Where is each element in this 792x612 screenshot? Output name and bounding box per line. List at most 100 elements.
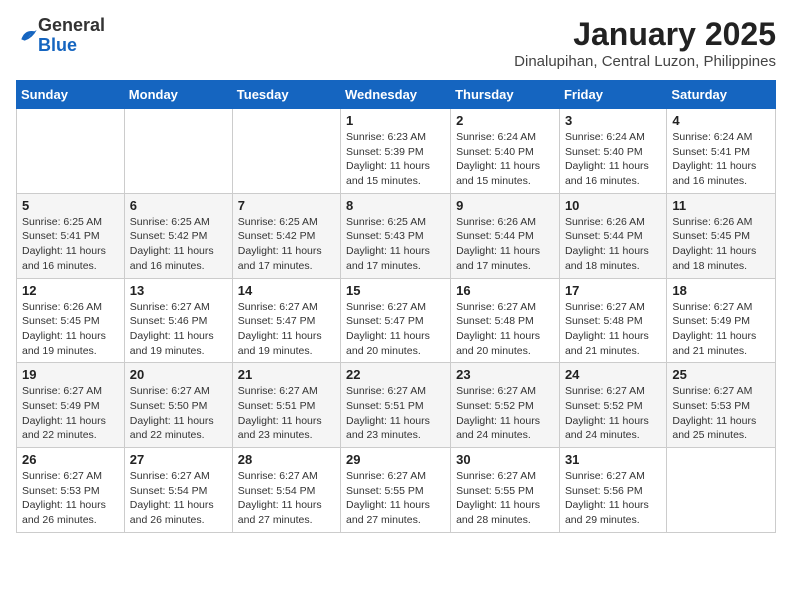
day-number: 15 xyxy=(346,283,445,298)
calendar-cell: 28 Sunrise: 6:27 AM Sunset: 5:54 PM Dayli… xyxy=(232,448,340,533)
calendar-cell: 3Sunrise: 6:24 AM Sunset: 5:40 PM Daylig… xyxy=(559,109,666,194)
day-number: 4 xyxy=(672,113,770,128)
title-block: January 2025 Dinalupihan, Central Luzon,… xyxy=(514,16,776,70)
day-info: Sunrise: 6:27 AM Sunset: 5:47 PM Dayligh… xyxy=(238,300,335,359)
day-info: Sunrise: 6:27 AM Sunset: 5:52 PM Dayligh… xyxy=(456,384,554,443)
calendar-cell: 5Sunrise: 6:25 AM Sunset: 5:41 PM Daylig… xyxy=(17,193,125,278)
calendar-header-row: SundayMondayTuesdayWednesdayThursdayFrid… xyxy=(17,81,776,109)
day-info: Sunrise: 6:27 AM Sunset: 5:53 PM Dayligh… xyxy=(672,384,770,443)
calendar-cell: 1 Sunrise: 6:23 AM Sunset: 5:39 PM Daylig… xyxy=(341,109,451,194)
day-info: Sunrise: 6:25 AM Sunset: 5:42 PM Dayligh… xyxy=(130,215,227,274)
weekday-header-friday: Friday xyxy=(559,81,666,109)
calendar-cell: 11Sunrise: 6:26 AM Sunset: 5:45 PM Dayli… xyxy=(667,193,776,278)
calendar-cell: 15Sunrise: 6:27 AM Sunset: 5:47 PM Dayli… xyxy=(341,278,451,363)
day-info: Sunrise: 6:27 AM Sunset: 5:55 PM Dayligh… xyxy=(346,469,445,528)
day-info: Sunrise: 6:27 AM Sunset: 5:54 PM Dayligh… xyxy=(238,469,335,528)
weekday-header-sunday: Sunday xyxy=(17,81,125,109)
day-info: Sunrise: 6:24 AM Sunset: 5:40 PM Dayligh… xyxy=(456,130,554,189)
day-number: 14 xyxy=(238,283,335,298)
day-number: 8 xyxy=(346,198,445,213)
weekday-header-wednesday: Wednesday xyxy=(341,81,451,109)
day-number: 18 xyxy=(672,283,770,298)
calendar-title: January 2025 xyxy=(514,16,776,53)
day-number: 26 xyxy=(22,452,119,467)
day-number: 16 xyxy=(456,283,554,298)
day-info: Sunrise: 6:27 AM Sunset: 5:56 PM Dayligh… xyxy=(565,469,661,528)
day-number: 27 xyxy=(130,452,227,467)
day-info: Sunrise: 6:27 AM Sunset: 5:53 PM Dayligh… xyxy=(22,469,119,528)
calendar-table: SundayMondayTuesdayWednesdayThursdayFrid… xyxy=(16,80,776,533)
day-number: 28 xyxy=(238,452,335,467)
calendar-cell: 10 Sunrise: 6:26 AM Sunset: 5:44 PM Dayli… xyxy=(559,193,666,278)
weekday-header-saturday: Saturday xyxy=(667,81,776,109)
day-info: Sunrise: 6:26 AM Sunset: 5:44 PM Dayligh… xyxy=(456,215,554,274)
calendar-cell: 16 Sunrise: 6:27 AM Sunset: 5:48 PM Dayli… xyxy=(451,278,560,363)
calendar-cell xyxy=(667,448,776,533)
day-info: Sunrise: 6:27 AM Sunset: 5:54 PM Dayligh… xyxy=(130,469,227,528)
calendar-week-row: 12Sunrise: 6:26 AM Sunset: 5:45 PM Dayli… xyxy=(17,278,776,363)
calendar-cell xyxy=(232,109,340,194)
calendar-cell: 21Sunrise: 6:27 AM Sunset: 5:51 PM Dayli… xyxy=(232,363,340,448)
calendar-cell: 24 Sunrise: 6:27 AM Sunset: 5:52 PM Dayli… xyxy=(559,363,666,448)
day-info: Sunrise: 6:25 AM Sunset: 5:43 PM Dayligh… xyxy=(346,215,445,274)
day-info: Sunrise: 6:26 AM Sunset: 5:44 PM Dayligh… xyxy=(565,215,661,274)
calendar-subtitle: Dinalupihan, Central Luzon, Philippines xyxy=(514,53,776,70)
day-number: 22 xyxy=(346,367,445,382)
day-info: Sunrise: 6:26 AM Sunset: 5:45 PM Dayligh… xyxy=(672,215,770,274)
logo-general: General xyxy=(38,16,105,36)
weekday-header-tuesday: Tuesday xyxy=(232,81,340,109)
calendar-cell: 19 Sunrise: 6:27 AM Sunset: 5:49 PM Dayli… xyxy=(17,363,125,448)
day-number: 9 xyxy=(456,198,554,213)
day-number: 24 xyxy=(565,367,661,382)
day-number: 13 xyxy=(130,283,227,298)
logo-blue: Blue xyxy=(38,36,105,56)
day-info: Sunrise: 6:27 AM Sunset: 5:55 PM Dayligh… xyxy=(456,469,554,528)
calendar-cell: 20Sunrise: 6:27 AM Sunset: 5:50 PM Dayli… xyxy=(124,363,232,448)
logo-bird-icon xyxy=(18,26,38,46)
day-info: Sunrise: 6:27 AM Sunset: 5:52 PM Dayligh… xyxy=(565,384,661,443)
calendar-cell: 6 Sunrise: 6:25 AM Sunset: 5:42 PM Daylig… xyxy=(124,193,232,278)
calendar-cell: 23 Sunrise: 6:27 AM Sunset: 5:52 PM Dayli… xyxy=(451,363,560,448)
day-info: Sunrise: 6:27 AM Sunset: 5:50 PM Dayligh… xyxy=(130,384,227,443)
day-number: 6 xyxy=(130,198,227,213)
calendar-cell: 26 Sunrise: 6:27 AM Sunset: 5:53 PM Dayli… xyxy=(17,448,125,533)
calendar-cell: 17Sunrise: 6:27 AM Sunset: 5:48 PM Dayli… xyxy=(559,278,666,363)
calendar-cell: 30 Sunrise: 6:27 AM Sunset: 5:55 PM Dayli… xyxy=(451,448,560,533)
calendar-week-row: 5Sunrise: 6:25 AM Sunset: 5:41 PM Daylig… xyxy=(17,193,776,278)
day-number: 17 xyxy=(565,283,661,298)
day-number: 2 xyxy=(456,113,554,128)
day-number: 12 xyxy=(22,283,119,298)
calendar-week-row: 1 Sunrise: 6:23 AM Sunset: 5:39 PM Daylig… xyxy=(17,109,776,194)
calendar-week-row: 19 Sunrise: 6:27 AM Sunset: 5:49 PM Dayli… xyxy=(17,363,776,448)
day-info: Sunrise: 6:27 AM Sunset: 5:49 PM Dayligh… xyxy=(672,300,770,359)
day-number: 25 xyxy=(672,367,770,382)
logo-text: General Blue xyxy=(38,16,105,56)
calendar-cell: 12Sunrise: 6:26 AM Sunset: 5:45 PM Dayli… xyxy=(17,278,125,363)
day-number: 31 xyxy=(565,452,661,467)
calendar-cell xyxy=(17,109,125,194)
calendar-cell: 27 Sunrise: 6:27 AM Sunset: 5:54 PM Dayli… xyxy=(124,448,232,533)
calendar-cell: 2 Sunrise: 6:24 AM Sunset: 5:40 PM Daylig… xyxy=(451,109,560,194)
day-number: 30 xyxy=(456,452,554,467)
calendar-cell: 7 Sunrise: 6:25 AM Sunset: 5:42 PM Daylig… xyxy=(232,193,340,278)
day-info: Sunrise: 6:24 AM Sunset: 5:41 PM Dayligh… xyxy=(672,130,770,189)
day-info: Sunrise: 6:27 AM Sunset: 5:48 PM Dayligh… xyxy=(456,300,554,359)
day-number: 19 xyxy=(22,367,119,382)
weekday-header-monday: Monday xyxy=(124,81,232,109)
day-number: 7 xyxy=(238,198,335,213)
day-number: 1 xyxy=(346,113,445,128)
day-number: 23 xyxy=(456,367,554,382)
calendar-cell: 4 Sunrise: 6:24 AM Sunset: 5:41 PM Daylig… xyxy=(667,109,776,194)
calendar-cell: 14 Sunrise: 6:27 AM Sunset: 5:47 PM Dayli… xyxy=(232,278,340,363)
calendar-week-row: 26 Sunrise: 6:27 AM Sunset: 5:53 PM Dayli… xyxy=(17,448,776,533)
day-info: Sunrise: 6:25 AM Sunset: 5:42 PM Dayligh… xyxy=(238,215,335,274)
calendar-cell: 9 Sunrise: 6:26 AM Sunset: 5:44 PM Daylig… xyxy=(451,193,560,278)
day-info: Sunrise: 6:24 AM Sunset: 5:40 PM Dayligh… xyxy=(565,130,661,189)
day-info: Sunrise: 6:23 AM Sunset: 5:39 PM Dayligh… xyxy=(346,130,445,189)
day-info: Sunrise: 6:27 AM Sunset: 5:49 PM Dayligh… xyxy=(22,384,119,443)
calendar-cell: 8 Sunrise: 6:25 AM Sunset: 5:43 PM Daylig… xyxy=(341,193,451,278)
day-number: 10 xyxy=(565,198,661,213)
calendar-cell: 31 Sunrise: 6:27 AM Sunset: 5:56 PM Dayli… xyxy=(559,448,666,533)
day-info: Sunrise: 6:27 AM Sunset: 5:46 PM Dayligh… xyxy=(130,300,227,359)
calendar-cell: 25 Sunrise: 6:27 AM Sunset: 5:53 PM Dayli… xyxy=(667,363,776,448)
